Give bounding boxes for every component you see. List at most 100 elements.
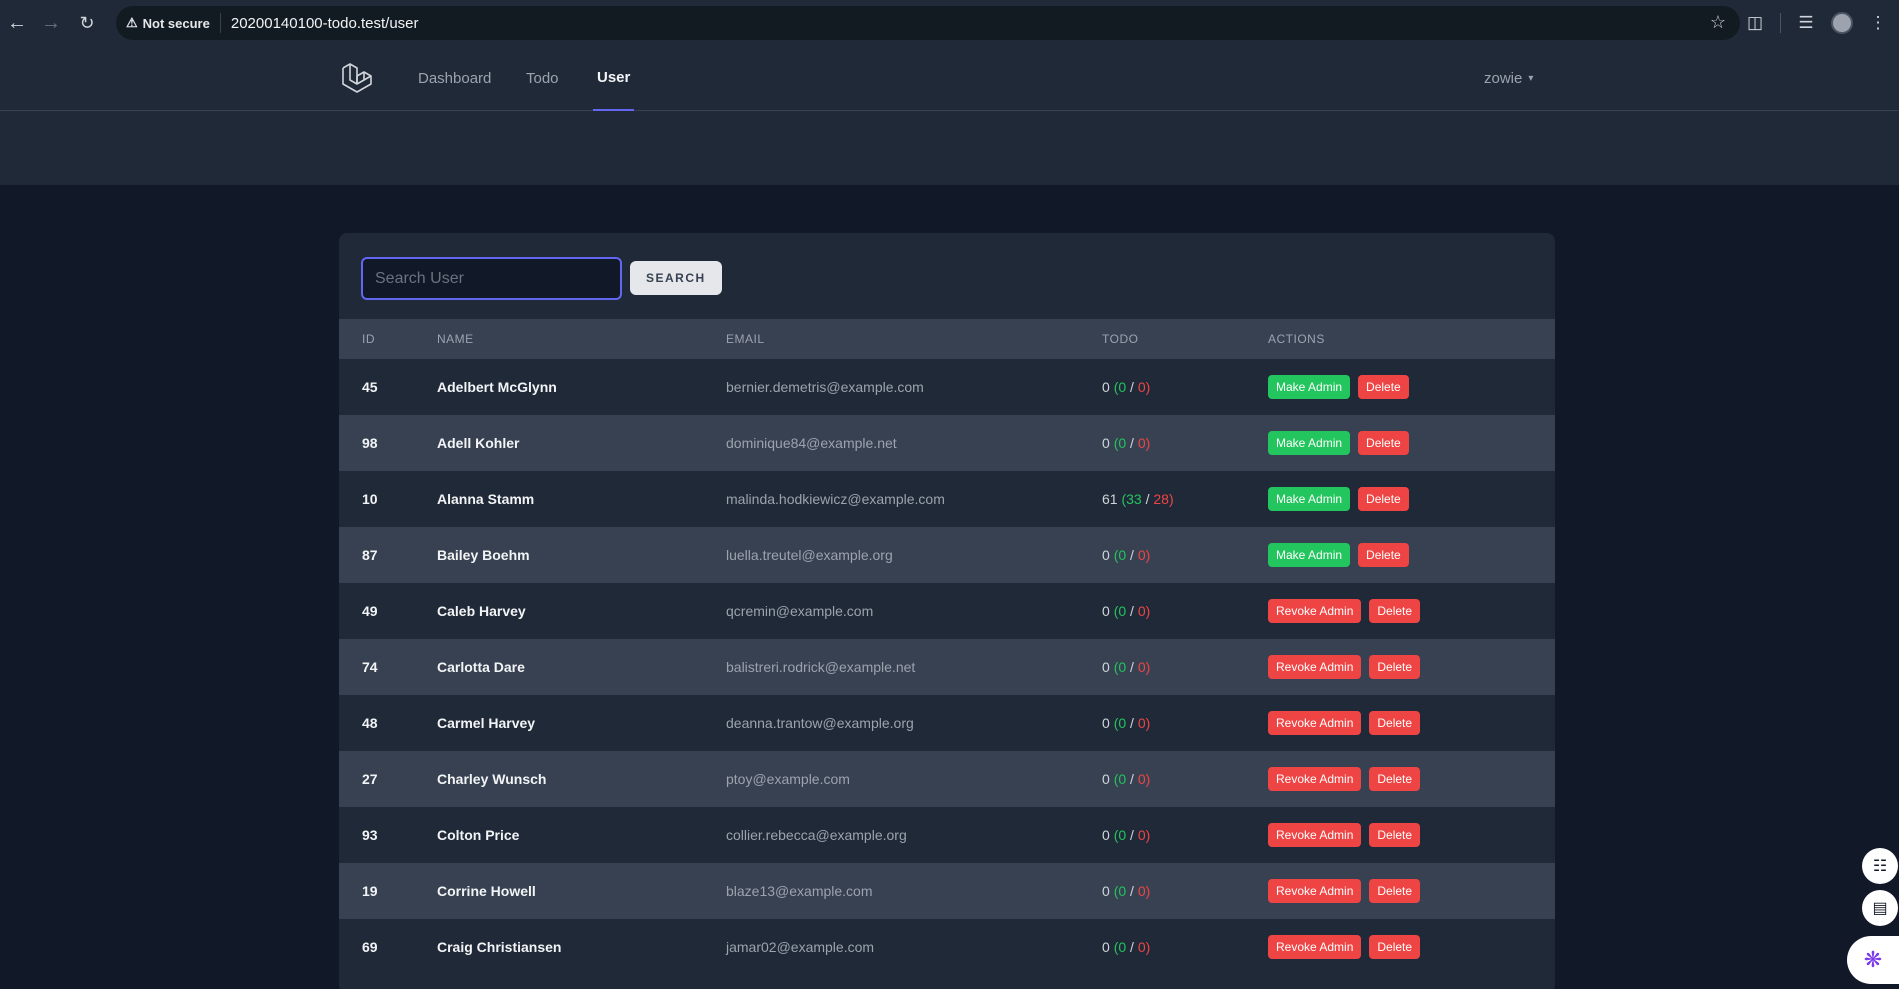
table-row: 19 Corrine Howell blaze13@example.com 0 (0 … [339, 863, 1555, 919]
menu-kebab-icon[interactable]: ⋮ [1867, 13, 1889, 33]
user-email: blaze13@example.com [726, 883, 873, 899]
user-id: 10 [362, 491, 378, 507]
media-control-icon[interactable]: ☰ [1795, 13, 1817, 33]
user-id: 87 [362, 547, 378, 563]
revoke-admin-button[interactable]: Revoke Admin [1268, 599, 1362, 623]
user-email: qcremin@example.com [726, 603, 874, 619]
todo-close-paren: ) [1145, 547, 1151, 563]
delete-button[interactable]: Delete [1369, 599, 1421, 623]
user-id: 49 [362, 603, 378, 619]
todo-done: 0 [1118, 659, 1127, 675]
delete-button[interactable]: Delete [1358, 487, 1409, 511]
todo-count: 0 (0 / 0) [1102, 527, 1268, 583]
user-email: dominique84@example.net [726, 435, 897, 451]
todo-separator: / [1126, 659, 1138, 675]
todo-separator: / [1126, 771, 1138, 787]
todo-done: 0 [1118, 715, 1127, 731]
laravel-logo-icon[interactable] [340, 60, 376, 96]
todo-close-paren: ) [1145, 771, 1151, 787]
delete-button[interactable]: Delete [1369, 711, 1421, 735]
back-icon[interactable]: ← [0, 6, 34, 40]
bookmark-star-icon[interactable]: ☆ [1710, 12, 1726, 33]
profile-avatar[interactable] [1831, 12, 1853, 34]
revoke-admin-button[interactable]: Revoke Admin [1268, 767, 1362, 791]
row-actions: Revoke Admin Delete [1268, 639, 1555, 695]
make-admin-button[interactable]: Make Admin [1268, 375, 1351, 399]
todo-total: 61 [1102, 491, 1118, 507]
todo-pending: 0 [1137, 715, 1146, 731]
user-name-cell: Bailey Boehm [437, 547, 530, 563]
revoke-admin-button[interactable]: Revoke Admin [1268, 935, 1362, 959]
extensions-icon[interactable]: ◫ [1744, 13, 1766, 33]
user-name-cell: Carmel Harvey [437, 715, 536, 731]
forward-icon[interactable]: → [34, 6, 68, 40]
reload-icon[interactable]: ↻ [70, 6, 104, 40]
todo-separator: / [1141, 491, 1154, 507]
delete-button[interactable]: Delete [1369, 655, 1421, 679]
user-id: 74 [362, 659, 378, 675]
user-email: luella.treutel@example.org [726, 547, 893, 563]
todo-close-paren: ) [1168, 491, 1174, 507]
reader-mode-icon[interactable]: ▤ [1862, 890, 1898, 926]
nav-dashboard[interactable]: Dashboard [418, 46, 491, 111]
todo-pending: 0 [1137, 939, 1146, 955]
table-row: 48 Carmel Harvey deanna.trantow@example.or… [339, 695, 1555, 751]
user-name-cell: Craig Christiansen [437, 939, 562, 955]
search-input[interactable] [361, 257, 622, 300]
table-row: 45 Adelbert McGlynn bernier.demetris@examp… [339, 359, 1555, 415]
row-actions: Revoke Admin Delete [1268, 695, 1555, 751]
table-row: 49 Caleb Harvey qcremin@example.com 0 (0 / … [339, 583, 1555, 639]
make-admin-button[interactable]: Make Admin [1268, 487, 1351, 511]
address-bar[interactable]: ⚠ Not secure 20200140100-todo.test/user … [116, 6, 1740, 40]
row-actions: Make Admin Delete [1268, 471, 1555, 527]
translate-icon[interactable]: ☷ [1862, 848, 1898, 884]
delete-button[interactable]: Delete [1369, 823, 1421, 847]
user-id: 27 [362, 771, 378, 787]
todo-close-paren: ) [1145, 435, 1151, 451]
delete-button[interactable]: Delete [1358, 543, 1409, 567]
todo-pending: 0 [1137, 379, 1146, 395]
make-admin-button[interactable]: Make Admin [1268, 543, 1351, 567]
delete-button[interactable]: Delete [1369, 935, 1421, 959]
url-text[interactable]: 20200140100-todo.test/user [231, 15, 419, 32]
todo-total: 0 [1102, 715, 1110, 731]
user-id: 93 [362, 827, 378, 843]
todo-done: 0 [1118, 827, 1127, 843]
header-id: ID [362, 332, 375, 346]
security-indicator[interactable]: ⚠ Not secure [126, 13, 221, 33]
delete-button[interactable]: Delete [1369, 767, 1421, 791]
search-button[interactable]: SEARCH [630, 261, 722, 295]
todo-total: 0 [1102, 771, 1110, 787]
chevron-down-icon: ▾ [1528, 73, 1534, 84]
table-row: 98 Adell Kohler dominique84@example.net 0 (… [339, 415, 1555, 471]
security-label: Not secure [142, 15, 210, 31]
todo-pending: 0 [1137, 771, 1146, 787]
ai-assistant-icon[interactable]: ❋ [1847, 936, 1899, 984]
header-actions: ACTIONS [1268, 332, 1325, 346]
user-dropdown[interactable]: zowie ▾ [1484, 46, 1533, 111]
todo-total: 0 [1102, 603, 1110, 619]
row-actions: Make Admin Delete [1268, 527, 1555, 583]
page-header [0, 111, 1899, 185]
todo-pending: 0 [1137, 659, 1146, 675]
todo-pending: 0 [1137, 883, 1146, 899]
revoke-admin-button[interactable]: Revoke Admin [1268, 655, 1362, 679]
todo-pending: 0 [1137, 603, 1146, 619]
nav-todo[interactable]: Todo [526, 46, 559, 111]
todo-done: 0 [1118, 603, 1127, 619]
revoke-admin-button[interactable]: Revoke Admin [1268, 879, 1362, 903]
user-email: balistreri.rodrick@example.net [726, 659, 916, 675]
todo-done: 0 [1118, 939, 1127, 955]
todo-pending: 28 [1153, 491, 1169, 507]
nav-user[interactable]: User [593, 46, 635, 111]
delete-button[interactable]: Delete [1369, 879, 1421, 903]
table-row: 10 Alanna Stamm malinda.hodkiewicz@example… [339, 471, 1555, 527]
delete-button[interactable]: Delete [1358, 431, 1409, 455]
make-admin-button[interactable]: Make Admin [1268, 431, 1351, 455]
revoke-admin-button[interactable]: Revoke Admin [1268, 711, 1362, 735]
todo-count: 0 (0 / 0) [1102, 863, 1268, 919]
user-name-cell: Adell Kohler [437, 435, 520, 451]
todo-separator: / [1126, 435, 1138, 451]
delete-button[interactable]: Delete [1358, 375, 1409, 399]
revoke-admin-button[interactable]: Revoke Admin [1268, 823, 1362, 847]
